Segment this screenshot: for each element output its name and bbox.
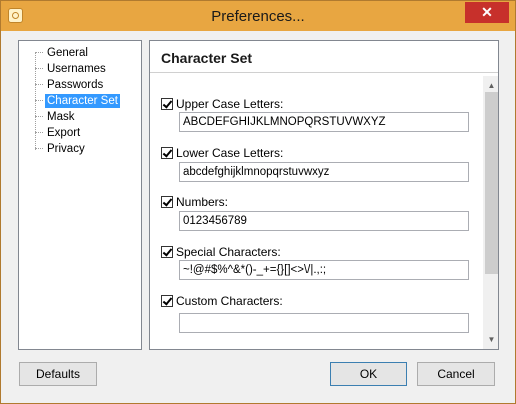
special-label: Special Characters:	[176, 245, 281, 259]
title-bar[interactable]: Preferences... ✕	[1, 1, 515, 31]
special-input[interactable]: ~!@#$%^&*()-_+={}[]<>\/|.,:;	[179, 260, 469, 280]
category-tree[interactable]: General Usernames Passwords Character Se…	[18, 40, 142, 350]
uppercase-label: Upper Case Letters:	[176, 97, 284, 111]
scroll-thumb[interactable]	[485, 92, 498, 274]
special-checkbox[interactable]	[161, 246, 173, 258]
lowercase-checkbox[interactable]	[161, 147, 173, 159]
settings-panel: Character Set Upper Case Letters: ABCDEF…	[149, 40, 499, 350]
panel-header: Character Set	[150, 41, 498, 73]
sidebar-item-passwords[interactable]: Passwords	[35, 77, 105, 92]
scroll-up-arrow-icon[interactable]: ▲	[483, 80, 498, 90]
numbers-checkbox[interactable]	[161, 196, 173, 208]
ok-button[interactable]: OK	[330, 362, 407, 386]
tree-branch-line	[35, 84, 43, 85]
sidebar-item-mask[interactable]: Mask	[35, 109, 76, 124]
tree-branch-line	[35, 52, 43, 53]
custom-checkbox[interactable]	[161, 295, 173, 307]
tree-branch-line	[35, 68, 43, 69]
tree-branch-line	[35, 116, 43, 117]
special-row: Special Characters:	[161, 244, 281, 260]
lowercase-input[interactable]: abcdefghijklmnopqrstuvwxyz	[179, 162, 469, 182]
sidebar-item-label: Passwords	[47, 78, 104, 91]
uppercase-checkbox[interactable]	[161, 98, 173, 110]
sidebar-item-usernames[interactable]: Usernames	[35, 61, 108, 76]
defaults-button[interactable]: Defaults	[19, 362, 97, 386]
tree-branch-line	[35, 148, 43, 149]
custom-label: Custom Characters:	[176, 294, 283, 308]
sidebar-item-export[interactable]: Export	[35, 125, 82, 140]
vertical-scrollbar[interactable]: ▲ ▼	[483, 76, 498, 349]
sidebar-item-label: General	[47, 46, 88, 59]
custom-row: Custom Characters:	[161, 293, 283, 309]
numbers-label: Numbers:	[176, 195, 229, 209]
lowercase-row: Lower Case Letters:	[161, 145, 283, 161]
cancel-button[interactable]: Cancel	[417, 362, 495, 386]
dialog-body: General Usernames Passwords Character Se…	[8, 31, 508, 398]
sidebar-item-privacy[interactable]: Privacy	[35, 141, 87, 156]
page-title: Character Set	[161, 50, 253, 66]
custom-input[interactable]	[179, 313, 469, 333]
sidebar-item-label: Mask	[47, 110, 75, 123]
close-button[interactable]: ✕	[465, 2, 509, 23]
uppercase-input[interactable]: ABCDEFGHIJKLMNOPQRSTUVWXYZ	[179, 112, 469, 132]
sidebar-item-character-set[interactable]: Character Set	[35, 93, 120, 108]
sidebar-item-label: Usernames	[47, 62, 106, 75]
lowercase-label: Lower Case Letters:	[176, 146, 284, 160]
tree-branch-line	[35, 132, 43, 133]
window-title: Preferences...	[211, 8, 305, 25]
tree-branch-line	[35, 100, 43, 101]
sidebar-item-general[interactable]: General	[35, 45, 90, 60]
sidebar-item-label: Character Set	[45, 93, 120, 108]
preferences-window: Preferences... ✕ General Usernames Passw…	[0, 0, 516, 404]
numbers-row: Numbers:	[161, 194, 228, 210]
uppercase-row: Upper Case Letters:	[161, 96, 283, 112]
scroll-down-arrow-icon[interactable]: ▼	[483, 334, 498, 344]
numbers-input[interactable]: 0123456789	[179, 211, 469, 231]
sidebar-item-label: Privacy	[47, 142, 85, 155]
sidebar-item-label: Export	[47, 126, 81, 139]
